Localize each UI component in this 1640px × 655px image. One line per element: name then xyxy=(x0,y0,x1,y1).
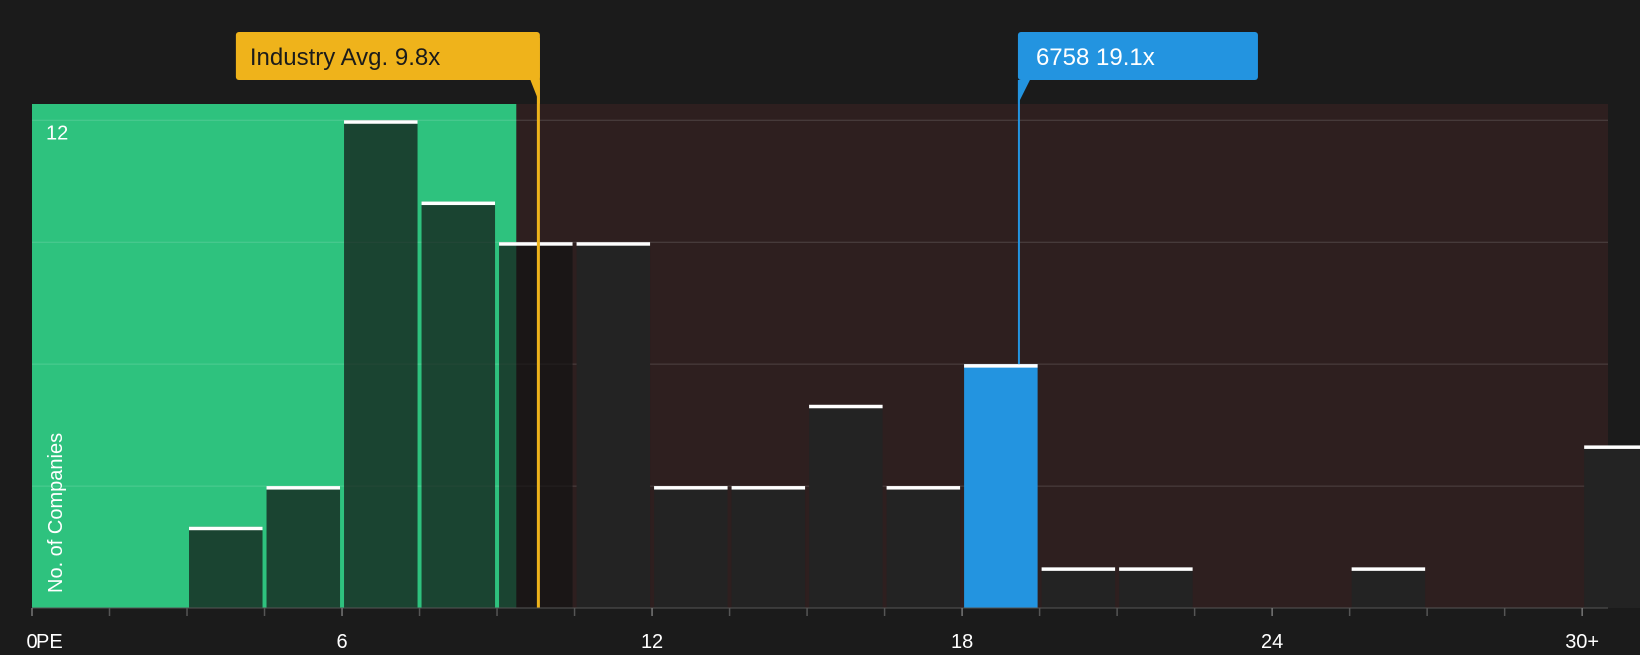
bar-cap xyxy=(1584,445,1640,449)
bar-cap xyxy=(1119,567,1193,571)
x-tick-label: 6 xyxy=(336,631,347,650)
bar-cap xyxy=(344,120,418,124)
bar-cap xyxy=(654,486,728,490)
histogram-bar xyxy=(886,486,961,608)
x-tick-label: 24 xyxy=(1261,631,1283,650)
industry-average-label: Industry Avg. 9.8x xyxy=(250,44,440,71)
histogram-bar xyxy=(499,242,573,608)
histogram-bar xyxy=(731,486,806,608)
histogram-bar xyxy=(189,526,263,608)
bar-cap xyxy=(1041,567,1116,571)
histogram-bar xyxy=(1351,567,1426,608)
histogram-bar xyxy=(421,201,496,608)
bar-cap xyxy=(1351,567,1426,571)
highlighted-bar xyxy=(964,364,1038,608)
company-pe-callout-pointer xyxy=(1017,80,1030,104)
x-tick-label: 18 xyxy=(951,631,973,650)
bar-cap xyxy=(499,242,573,246)
pe-distribution-chart: 12 Industry Avg. 9.8x 6758 19.1x 0 6 12 18 24… xyxy=(0,0,1640,653)
bar-cap xyxy=(964,364,1038,368)
x-axis-label: PE xyxy=(36,631,63,650)
histogram-bar xyxy=(576,242,651,608)
y-tick-label: 12 xyxy=(46,122,68,144)
histogram-bar xyxy=(1041,567,1116,608)
industry-average-callout-pointer xyxy=(530,80,540,104)
histogram-bar xyxy=(1119,567,1193,608)
x-axis: 0 6 12 18 24 30+PE xyxy=(26,607,1608,653)
y-axis-label: No. of Companies xyxy=(45,433,67,593)
bar-cap xyxy=(886,486,961,490)
chart-svg: 12 Industry Avg. 9.8x 6758 19.1x 0 6 12 18 24… xyxy=(26,32,1640,653)
bar-cap xyxy=(266,486,341,490)
bar-cap xyxy=(189,526,263,531)
company-pe-label: 6758 19.1x xyxy=(1036,44,1155,71)
bar-cap xyxy=(731,486,806,490)
histogram-bar xyxy=(344,120,418,609)
bar-cap xyxy=(576,242,651,246)
x-tick-label: 30+ xyxy=(1565,631,1599,650)
histogram-bar xyxy=(654,486,728,608)
bar-cap xyxy=(421,201,496,206)
x-tick-label: 12 xyxy=(641,631,663,650)
histogram-bar xyxy=(1584,445,1640,608)
bar-cap xyxy=(809,404,883,409)
histogram-bar xyxy=(809,404,883,608)
histogram-bar xyxy=(266,486,341,608)
